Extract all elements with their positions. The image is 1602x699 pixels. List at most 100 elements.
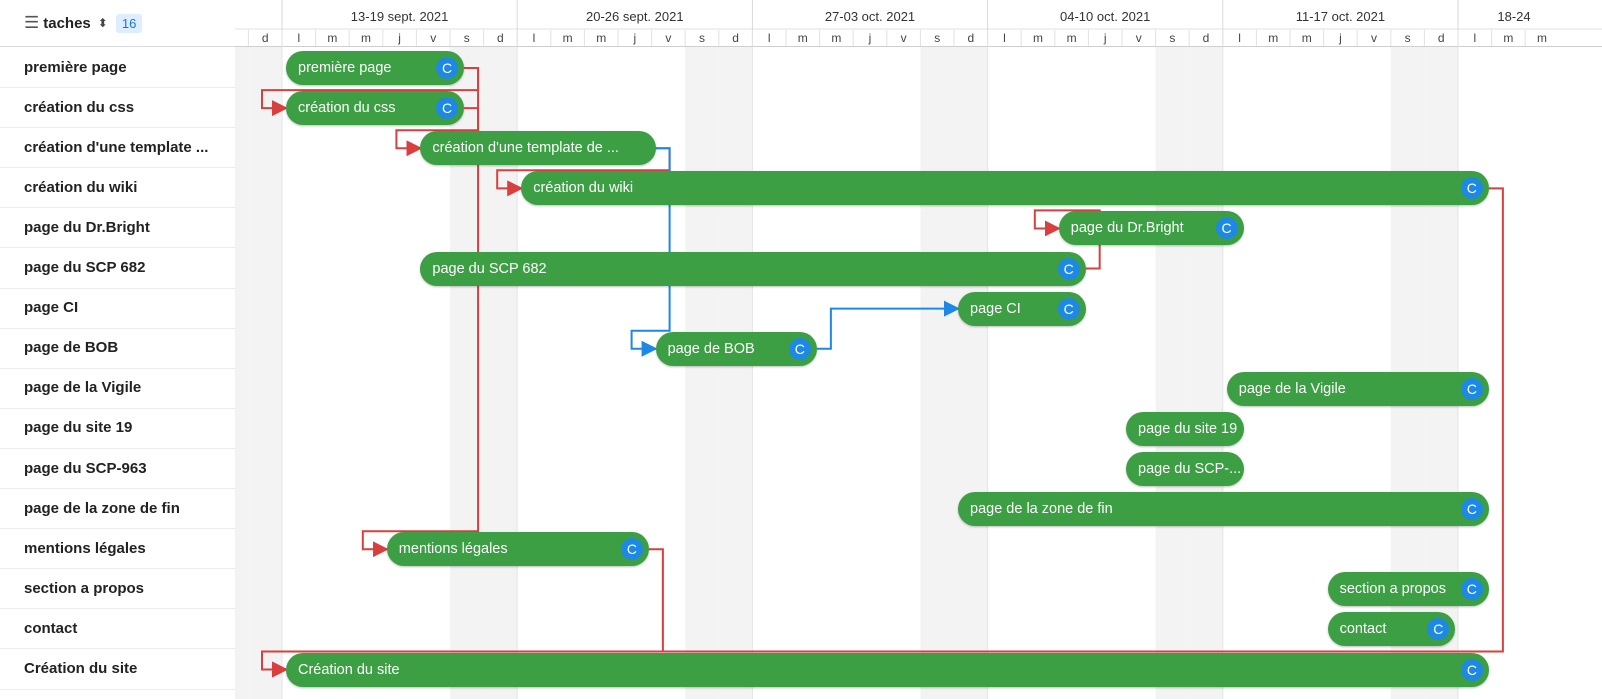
day-label: m xyxy=(1067,31,1077,45)
task-row[interactable]: contact xyxy=(0,608,235,650)
task-bar-label: Création du site xyxy=(298,661,400,678)
day-label: m xyxy=(563,31,573,45)
day-label: l xyxy=(297,31,300,45)
day-label: m xyxy=(831,31,841,45)
task-bar[interactable]: création d'une template de ... xyxy=(420,131,656,166)
task-row[interactable]: création d'une template ... xyxy=(0,127,235,169)
day-label: m xyxy=(1033,31,1043,45)
day-label: d xyxy=(1438,31,1445,45)
day-label: d xyxy=(732,31,739,45)
day-label: j xyxy=(397,31,401,45)
gantt-app: ☰ taches ⬍ 16 première page création du c… xyxy=(0,0,1602,699)
task-bar[interactable]: mentions légales C xyxy=(386,532,649,567)
menu-lines-icon[interactable]: ☰ xyxy=(24,13,39,33)
day-label: d xyxy=(262,31,269,45)
day-label: d xyxy=(1203,31,1210,45)
week-label: 04-10 oct. 2021 xyxy=(1060,9,1150,24)
day-label: m xyxy=(361,31,371,45)
day-label: v xyxy=(1136,31,1142,45)
task-bar[interactable]: création du css C xyxy=(286,91,465,126)
day-label: m xyxy=(1537,31,1547,45)
task-row[interactable]: page de la Vigile xyxy=(0,368,235,409)
task-bar[interactable]: première page C xyxy=(286,51,465,86)
task-count-badge: 16 xyxy=(115,13,143,33)
task-bar-label: page du Dr.Bright xyxy=(1070,220,1184,237)
task-row[interactable]: Création du site xyxy=(0,649,235,690)
day-label: d xyxy=(497,31,504,45)
task-bar[interactable]: page CI C xyxy=(958,291,1086,326)
gantt-chart-area: première page Ccréation du css Ccréation d… xyxy=(235,47,1602,699)
day-label: m xyxy=(596,31,606,45)
timeline-header-svg: 13-19 sept. 2021 20-26 sept. 2021 27-03 oc… xyxy=(214,0,1602,47)
task-bar[interactable]: Création du site C xyxy=(286,652,1489,687)
dependency-line xyxy=(816,300,960,350)
task-bar[interactable]: section a propos C xyxy=(1327,572,1489,607)
status-badge[interactable]: C xyxy=(788,337,811,360)
task-bar[interactable]: page de la Vigile C xyxy=(1226,371,1489,406)
task-row[interactable]: page de la zone de fin xyxy=(0,488,235,530)
task-bar[interactable]: page du SCP 682 C xyxy=(420,251,1086,286)
status-badge[interactable]: C xyxy=(1057,257,1080,280)
task-bar-label: page CI xyxy=(970,300,1021,317)
task-row[interactable]: création du css xyxy=(0,87,235,129)
task-bar-label: création du css xyxy=(298,100,396,117)
status-badge[interactable]: C xyxy=(1460,658,1483,681)
week-label: 11-17 oct. 2021 xyxy=(1296,9,1385,24)
task-bar-label: page du SCP-... xyxy=(1138,461,1242,478)
task-bar-label: première page xyxy=(298,60,392,77)
day-label: v xyxy=(901,31,907,45)
task-row[interactable]: création du wiki xyxy=(0,167,235,209)
day-label: l xyxy=(1003,31,1006,45)
sort-arrows-icon[interactable]: ⬍ xyxy=(98,16,108,30)
status-badge[interactable]: C xyxy=(1460,377,1483,400)
day-label: l xyxy=(533,31,536,45)
task-bar[interactable]: page du Dr.Bright C xyxy=(1058,211,1244,246)
status-badge[interactable]: C xyxy=(436,97,459,120)
day-label: d xyxy=(967,31,974,45)
task-bar[interactable]: contact C xyxy=(1327,612,1456,647)
status-badge[interactable]: C xyxy=(1460,498,1483,521)
task-bar-label: section a propos xyxy=(1339,581,1446,598)
day-label: j xyxy=(632,31,636,45)
status-badge[interactable]: C xyxy=(1427,618,1450,641)
task-bar-label: mentions légales xyxy=(398,541,508,558)
day-label: m xyxy=(327,31,337,45)
task-row[interactable]: page du Dr.Bright xyxy=(0,207,235,249)
day-label: s xyxy=(1405,31,1411,45)
task-row[interactable]: page du SCP-963 xyxy=(0,448,235,489)
task-bar[interactable]: création du wiki C xyxy=(521,171,1489,206)
task-row[interactable]: page de BOB xyxy=(0,328,235,369)
day-label: s xyxy=(934,31,940,45)
status-badge[interactable]: C xyxy=(1460,578,1483,601)
task-row[interactable]: mentions légales xyxy=(0,528,235,570)
day-label: l xyxy=(1238,31,1241,45)
task-row[interactable]: page CI xyxy=(0,288,235,329)
day-label: s xyxy=(699,31,705,45)
task-list-panel: ☰ taches ⬍ 16 première page création du c… xyxy=(0,0,236,699)
task-bar[interactable]: page de BOB C xyxy=(655,331,817,366)
task-bar-label: page de BOB xyxy=(667,340,755,357)
task-row[interactable]: première page xyxy=(0,47,235,88)
status-badge[interactable]: C xyxy=(436,57,459,80)
task-bar[interactable]: page de la zone de fin C xyxy=(958,492,1489,527)
task-bar[interactable]: page du site 19 xyxy=(1126,411,1244,446)
task-row[interactable]: page du site 19 xyxy=(0,408,235,449)
task-list-header: ☰ taches ⬍ 16 xyxy=(0,0,235,47)
status-badge[interactable]: C xyxy=(620,538,643,561)
day-label: m xyxy=(1268,31,1278,45)
task-row[interactable]: section a propos xyxy=(0,568,235,610)
status-badge[interactable]: C xyxy=(1215,217,1238,240)
day-label: m xyxy=(1302,31,1312,45)
status-badge[interactable]: C xyxy=(1057,297,1080,320)
day-label: l xyxy=(1473,31,1476,45)
day-label: v xyxy=(665,31,671,45)
day-label: s xyxy=(1169,31,1175,45)
status-badge[interactable]: C xyxy=(1460,177,1483,200)
task-bar-label: page du site 19 xyxy=(1138,420,1238,437)
week-label: 27-03 oct. 2021 xyxy=(825,9,915,24)
task-bar-label: page de la zone de fin xyxy=(970,501,1113,518)
task-bar-label: contact xyxy=(1339,621,1387,638)
task-row[interactable]: page du SCP 682 xyxy=(0,248,235,289)
task-bar[interactable]: page du SCP-... xyxy=(1126,452,1244,487)
task-list-title: taches xyxy=(43,14,91,32)
